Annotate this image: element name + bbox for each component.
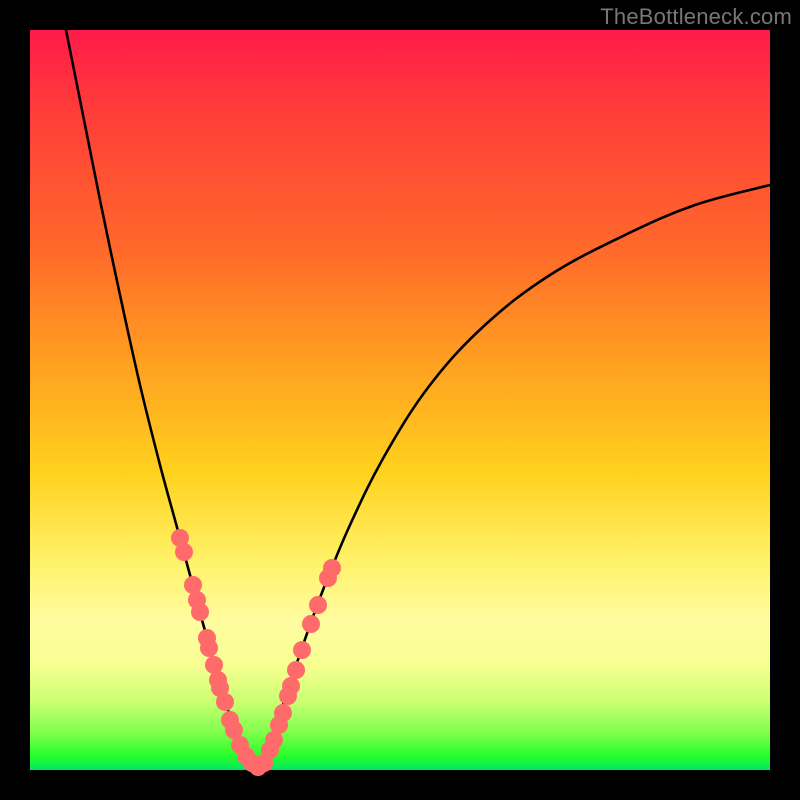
chart-svg <box>30 30 770 770</box>
highlight-dot <box>216 693 234 711</box>
highlight-dot <box>323 559 341 577</box>
highlight-dot <box>287 661 305 679</box>
highlight-dot <box>293 641 311 659</box>
highlight-dot <box>309 596 327 614</box>
chart-frame: TheBottleneck.com <box>0 0 800 800</box>
highlight-dot <box>191 603 209 621</box>
highlight-dots <box>171 529 341 776</box>
highlight-dot <box>282 677 300 695</box>
watermark-text: TheBottleneck.com <box>600 4 792 30</box>
curve-left <box>66 30 257 768</box>
chart-plot-area <box>30 30 770 770</box>
highlight-dot <box>175 543 193 561</box>
highlight-dot <box>302 615 320 633</box>
curve-right <box>257 185 770 768</box>
highlight-dot <box>274 704 292 722</box>
highlight-dot <box>200 639 218 657</box>
